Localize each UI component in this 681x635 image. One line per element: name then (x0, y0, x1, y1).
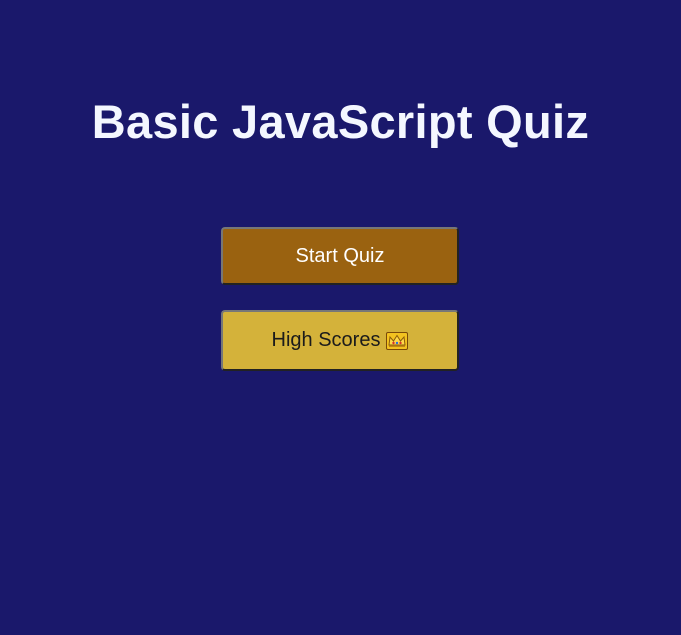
high-scores-button[interactable]: High Scores (221, 310, 459, 371)
start-quiz-button[interactable]: Start Quiz (221, 227, 459, 285)
quiz-home-page: Basic JavaScript Quiz Start Quiz High Sc… (0, 0, 681, 635)
start-quiz-label: Start Quiz (295, 244, 385, 267)
page-title: Basic JavaScript Quiz (91, 95, 590, 148)
high-scores-label: High Scores (271, 329, 381, 351)
crown-icon (386, 331, 409, 350)
